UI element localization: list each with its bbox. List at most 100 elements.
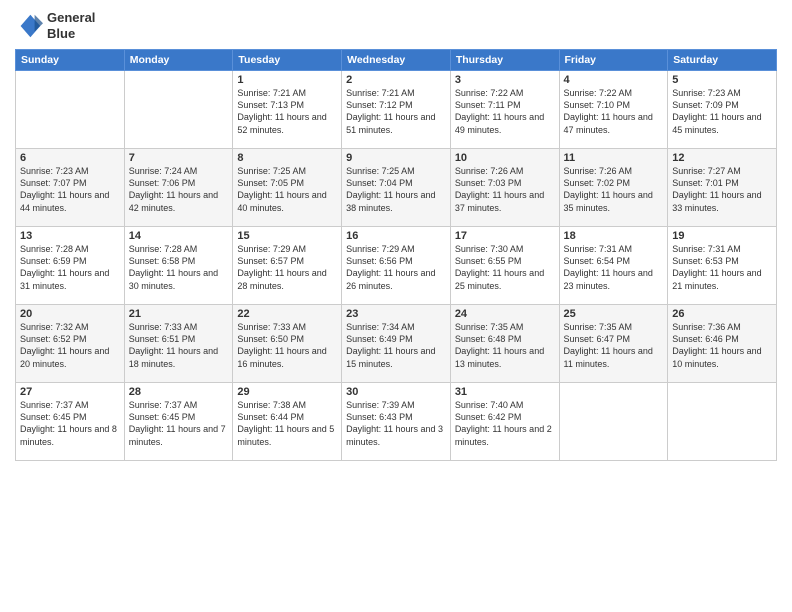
day-info: Sunrise: 7:36 AM Sunset: 6:46 PM Dayligh… [672,321,772,370]
calendar-cell: 26Sunrise: 7:36 AM Sunset: 6:46 PM Dayli… [668,305,777,383]
logo: General Blue [15,10,95,41]
calendar-cell: 12Sunrise: 7:27 AM Sunset: 7:01 PM Dayli… [668,149,777,227]
calendar-cell: 15Sunrise: 7:29 AM Sunset: 6:57 PM Dayli… [233,227,342,305]
day-info: Sunrise: 7:35 AM Sunset: 6:47 PM Dayligh… [564,321,664,370]
day-info: Sunrise: 7:35 AM Sunset: 6:48 PM Dayligh… [455,321,555,370]
day-info: Sunrise: 7:26 AM Sunset: 7:02 PM Dayligh… [564,165,664,214]
calendar-cell: 16Sunrise: 7:29 AM Sunset: 6:56 PM Dayli… [342,227,451,305]
week-row-4: 27Sunrise: 7:37 AM Sunset: 6:45 PM Dayli… [16,383,777,461]
page: General Blue SundayMondayTuesdayWednesda… [0,0,792,612]
day-info: Sunrise: 7:40 AM Sunset: 6:42 PM Dayligh… [455,399,555,448]
day-number: 16 [346,230,446,242]
day-number: 2 [346,74,446,86]
day-info: Sunrise: 7:29 AM Sunset: 6:57 PM Dayligh… [237,243,337,292]
calendar-cell: 8Sunrise: 7:25 AM Sunset: 7:05 PM Daylig… [233,149,342,227]
calendar-cell: 11Sunrise: 7:26 AM Sunset: 7:02 PM Dayli… [559,149,668,227]
calendar-cell: 27Sunrise: 7:37 AM Sunset: 6:45 PM Dayli… [16,383,125,461]
day-info: Sunrise: 7:28 AM Sunset: 6:59 PM Dayligh… [20,243,120,292]
day-number: 25 [564,308,664,320]
day-number: 12 [672,152,772,164]
day-info: Sunrise: 7:37 AM Sunset: 6:45 PM Dayligh… [129,399,229,448]
day-info: Sunrise: 7:23 AM Sunset: 7:07 PM Dayligh… [20,165,120,214]
day-info: Sunrise: 7:27 AM Sunset: 7:01 PM Dayligh… [672,165,772,214]
logo-icon [15,12,43,40]
day-info: Sunrise: 7:22 AM Sunset: 7:11 PM Dayligh… [455,87,555,136]
day-number: 20 [20,308,120,320]
calendar-cell: 19Sunrise: 7:31 AM Sunset: 6:53 PM Dayli… [668,227,777,305]
calendar-cell: 6Sunrise: 7:23 AM Sunset: 7:07 PM Daylig… [16,149,125,227]
day-info: Sunrise: 7:25 AM Sunset: 7:04 PM Dayligh… [346,165,446,214]
day-info: Sunrise: 7:31 AM Sunset: 6:53 PM Dayligh… [672,243,772,292]
day-info: Sunrise: 7:23 AM Sunset: 7:09 PM Dayligh… [672,87,772,136]
day-info: Sunrise: 7:25 AM Sunset: 7:05 PM Dayligh… [237,165,337,214]
day-number: 19 [672,230,772,242]
calendar-cell: 29Sunrise: 7:38 AM Sunset: 6:44 PM Dayli… [233,383,342,461]
calendar-cell: 21Sunrise: 7:33 AM Sunset: 6:51 PM Dayli… [124,305,233,383]
day-info: Sunrise: 7:22 AM Sunset: 7:10 PM Dayligh… [564,87,664,136]
calendar-cell: 10Sunrise: 7:26 AM Sunset: 7:03 PM Dayli… [450,149,559,227]
calendar: SundayMondayTuesdayWednesdayThursdayFrid… [15,49,777,461]
calendar-cell [668,383,777,461]
day-info: Sunrise: 7:34 AM Sunset: 6:49 PM Dayligh… [346,321,446,370]
calendar-cell: 2Sunrise: 7:21 AM Sunset: 7:12 PM Daylig… [342,71,451,149]
day-info: Sunrise: 7:21 AM Sunset: 7:12 PM Dayligh… [346,87,446,136]
calendar-cell: 24Sunrise: 7:35 AM Sunset: 6:48 PM Dayli… [450,305,559,383]
day-info: Sunrise: 7:33 AM Sunset: 6:51 PM Dayligh… [129,321,229,370]
day-header-saturday: Saturday [668,50,777,71]
day-number: 22 [237,308,337,320]
day-number: 15 [237,230,337,242]
day-number: 18 [564,230,664,242]
day-info: Sunrise: 7:26 AM Sunset: 7:03 PM Dayligh… [455,165,555,214]
calendar-cell: 7Sunrise: 7:24 AM Sunset: 7:06 PM Daylig… [124,149,233,227]
week-row-2: 13Sunrise: 7:28 AM Sunset: 6:59 PM Dayli… [16,227,777,305]
day-info: Sunrise: 7:29 AM Sunset: 6:56 PM Dayligh… [346,243,446,292]
day-number: 1 [237,74,337,86]
day-number: 31 [455,386,555,398]
day-number: 27 [20,386,120,398]
day-info: Sunrise: 7:31 AM Sunset: 6:54 PM Dayligh… [564,243,664,292]
calendar-cell: 3Sunrise: 7:22 AM Sunset: 7:11 PM Daylig… [450,71,559,149]
calendar-cell: 28Sunrise: 7:37 AM Sunset: 6:45 PM Dayli… [124,383,233,461]
day-header-sunday: Sunday [16,50,125,71]
day-number: 3 [455,74,555,86]
day-info: Sunrise: 7:30 AM Sunset: 6:55 PM Dayligh… [455,243,555,292]
calendar-cell: 14Sunrise: 7:28 AM Sunset: 6:58 PM Dayli… [124,227,233,305]
day-number: 6 [20,152,120,164]
calendar-cell: 9Sunrise: 7:25 AM Sunset: 7:04 PM Daylig… [342,149,451,227]
day-info: Sunrise: 7:33 AM Sunset: 6:50 PM Dayligh… [237,321,337,370]
day-number: 17 [455,230,555,242]
calendar-cell [124,71,233,149]
week-row-1: 6Sunrise: 7:23 AM Sunset: 7:07 PM Daylig… [16,149,777,227]
day-number: 5 [672,74,772,86]
calendar-cell: 5Sunrise: 7:23 AM Sunset: 7:09 PM Daylig… [668,71,777,149]
day-number: 28 [129,386,229,398]
day-info: Sunrise: 7:28 AM Sunset: 6:58 PM Dayligh… [129,243,229,292]
calendar-cell: 30Sunrise: 7:39 AM Sunset: 6:43 PM Dayli… [342,383,451,461]
calendar-header-row: SundayMondayTuesdayWednesdayThursdayFrid… [16,50,777,71]
logo-text: General Blue [47,10,95,41]
calendar-cell: 18Sunrise: 7:31 AM Sunset: 6:54 PM Dayli… [559,227,668,305]
day-info: Sunrise: 7:21 AM Sunset: 7:13 PM Dayligh… [237,87,337,136]
week-row-3: 20Sunrise: 7:32 AM Sunset: 6:52 PM Dayli… [16,305,777,383]
calendar-cell: 17Sunrise: 7:30 AM Sunset: 6:55 PM Dayli… [450,227,559,305]
calendar-cell: 31Sunrise: 7:40 AM Sunset: 6:42 PM Dayli… [450,383,559,461]
day-number: 24 [455,308,555,320]
day-header-monday: Monday [124,50,233,71]
calendar-cell [16,71,125,149]
day-number: 21 [129,308,229,320]
calendar-cell [559,383,668,461]
calendar-cell: 23Sunrise: 7:34 AM Sunset: 6:49 PM Dayli… [342,305,451,383]
calendar-cell: 1Sunrise: 7:21 AM Sunset: 7:13 PM Daylig… [233,71,342,149]
day-info: Sunrise: 7:39 AM Sunset: 6:43 PM Dayligh… [346,399,446,448]
day-number: 30 [346,386,446,398]
day-info: Sunrise: 7:37 AM Sunset: 6:45 PM Dayligh… [20,399,120,448]
day-info: Sunrise: 7:24 AM Sunset: 7:06 PM Dayligh… [129,165,229,214]
day-number: 23 [346,308,446,320]
day-header-friday: Friday [559,50,668,71]
day-number: 8 [237,152,337,164]
day-number: 9 [346,152,446,164]
calendar-cell: 13Sunrise: 7:28 AM Sunset: 6:59 PM Dayli… [16,227,125,305]
day-number: 4 [564,74,664,86]
calendar-cell: 22Sunrise: 7:33 AM Sunset: 6:50 PM Dayli… [233,305,342,383]
day-header-tuesday: Tuesday [233,50,342,71]
